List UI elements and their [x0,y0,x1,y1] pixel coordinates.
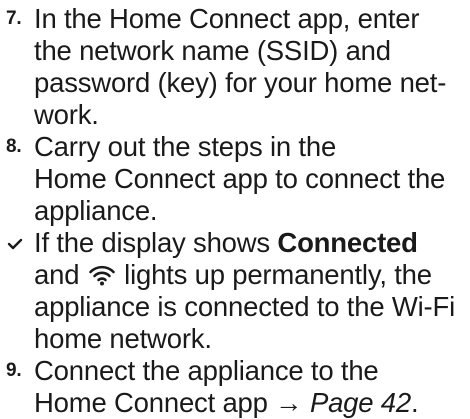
step-8: 8. Carry out the steps in the Home Connec… [6,131,466,227]
step-trailing: . [411,387,419,418]
instruction-list: 7. In the Home Connect app, enter the net… [6,3,466,419]
checkmark-icon [7,238,23,250]
page-reference-link[interactable]: Page 42 [310,387,411,418]
step-text: In the Home Connect app, enter the networ… [34,3,447,130]
status-connected-label: Connected [277,227,418,258]
result-item: If the display shows Connected and light… [6,227,466,355]
step-number: 9. [6,360,22,381]
result-text-and: and [34,259,87,290]
step-7: 7. In the Home Connect app, enter the net… [6,3,466,131]
result-text-before: If the display shows [34,227,278,258]
wifi-icon [88,265,115,286]
step-text: Carry out the steps in the Home Connect a… [34,131,446,226]
step-number: 7. [6,8,22,29]
step-number: 8. [6,136,22,157]
step-9: 9. Connect the appliance to the Home Conn… [6,355,466,419]
